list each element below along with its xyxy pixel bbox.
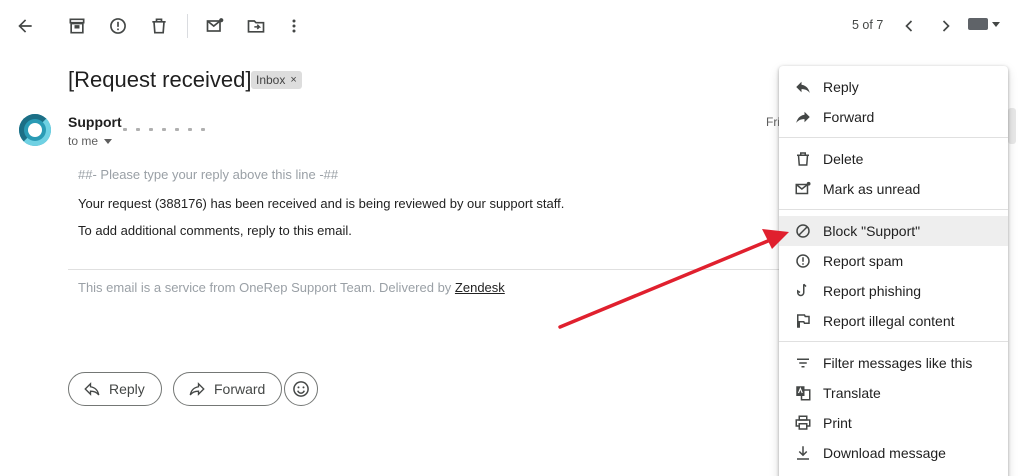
body-paragraph-1: Your request (388176) has been received … [78, 196, 565, 211]
label-text: Inbox [256, 73, 286, 87]
pager-count: 5 of 7 [852, 18, 884, 32]
menu-item-label: Report phishing [823, 283, 922, 299]
back-arrow-icon[interactable] [9, 10, 41, 42]
body-paragraph-2: To add additional comments, reply to thi… [78, 223, 352, 238]
chevron-down-icon [992, 21, 1000, 27]
recipient-toggle[interactable]: to me [68, 134, 113, 148]
reply-hint-line: ##- Please type your reply above this li… [78, 167, 339, 182]
filter-icon [794, 354, 812, 372]
reply-label: Reply [109, 381, 145, 397]
sender-address-redacted [123, 118, 223, 131]
forward-icon [189, 382, 205, 396]
menu-item-label: Mark as unread [823, 181, 921, 197]
report-spam-icon[interactable] [102, 10, 134, 42]
reply-icon [84, 382, 100, 396]
toolbar-divider [187, 14, 188, 38]
menu-item-label: Reply [823, 79, 859, 95]
menu-item-label: Print [823, 415, 852, 431]
menu-item-block-sender[interactable]: Block "Support" [779, 216, 1008, 246]
menu-item-label: Filter messages like this [823, 355, 973, 371]
zendesk-link[interactable]: Zendesk [455, 280, 505, 295]
menu-item-label: Translate [823, 385, 881, 401]
report-spam-icon [794, 252, 812, 270]
sender-name[interactable]: Support [68, 114, 122, 130]
menu-item-label: Report spam [823, 253, 904, 269]
email-date: Fri [766, 115, 780, 129]
mark-unread-icon[interactable] [199, 10, 231, 42]
forward-button[interactable]: Forward [173, 372, 283, 406]
download-icon [794, 444, 812, 462]
menu-item-report-phishing[interactable]: Report phishing [779, 276, 1008, 306]
translate-icon [794, 384, 812, 402]
inbox-label-chip[interactable]: Inbox × [251, 71, 302, 89]
menu-item-report-illegal[interactable]: Report illegal content [779, 306, 1008, 336]
menu-divider [779, 341, 1008, 342]
block-icon [794, 222, 812, 240]
forward-icon [794, 108, 812, 126]
menu-item-print[interactable]: Print [779, 408, 1008, 438]
email-footer: This email is a service from OneRep Supp… [78, 280, 505, 295]
more-vert-icon[interactable] [278, 10, 310, 42]
menu-item-download[interactable]: Download message [779, 438, 1008, 468]
chevron-down-icon [104, 138, 113, 144]
phishing-hook-icon [794, 282, 812, 300]
menu-item-filter[interactable]: Filter messages like this [779, 348, 1008, 378]
chevron-left-icon[interactable] [893, 10, 925, 42]
menu-item-label: Block "Support" [823, 223, 921, 239]
menu-item-report-spam[interactable]: Report spam [779, 246, 1008, 276]
more-actions-menu: Reply Forward Delete Mark as unread Bloc… [779, 66, 1008, 476]
reply-icon [794, 78, 812, 96]
chevron-right-icon[interactable] [930, 10, 962, 42]
menu-item-reply[interactable]: Reply [779, 72, 1008, 102]
menu-item-translate[interactable]: Translate [779, 378, 1008, 408]
menu-item-label: Forward [823, 109, 875, 125]
reply-button[interactable]: Reply [68, 372, 162, 406]
archive-icon[interactable] [61, 10, 93, 42]
smiley-icon [293, 381, 309, 397]
remove-label-icon[interactable]: × [290, 74, 296, 86]
keyboard-icon[interactable] [968, 18, 1000, 30]
menu-item-delete[interactable]: Delete [779, 144, 1008, 174]
message-toolbar: 5 of 7 [0, 0, 1024, 52]
move-to-icon[interactable] [240, 10, 272, 42]
menu-item-label: Report illegal content [823, 313, 955, 329]
menu-item-mark-unread[interactable]: Mark as unread [779, 174, 1008, 204]
forward-label: Forward [214, 381, 266, 397]
menu-item-label: Delete [823, 151, 864, 167]
menu-item-label: Download message [823, 445, 946, 461]
body-divider [68, 269, 780, 270]
flag-icon [794, 312, 812, 330]
avatar-ring [19, 114, 51, 146]
delete-icon[interactable] [143, 10, 175, 42]
menu-divider [779, 209, 1008, 210]
menu-item-forward[interactable]: Forward [779, 102, 1008, 132]
menu-divider [779, 137, 1008, 138]
emoji-reaction-button[interactable] [284, 372, 318, 406]
footer-text: This email is a service from OneRep Supp… [78, 280, 455, 295]
email-subject: [Request received] [68, 67, 252, 92]
mark-unread-icon [794, 180, 812, 198]
print-icon [794, 414, 812, 432]
side-panel-tab[interactable] [1008, 108, 1016, 144]
delete-icon [794, 150, 812, 168]
recipient-label: to me [68, 134, 99, 148]
